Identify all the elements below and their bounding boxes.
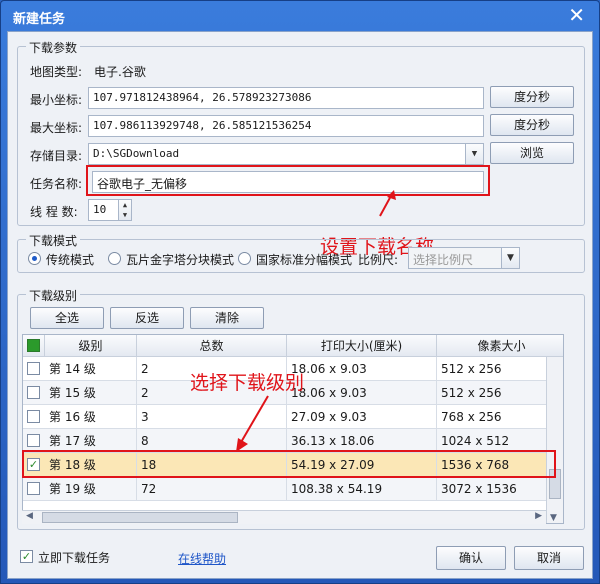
column-header-pixel-size[interactable]: 像素大小: [437, 335, 563, 357]
close-icon[interactable]: ✕: [568, 4, 585, 26]
download-levels-legend: 下载级别: [26, 287, 81, 304]
map-type-value: 电子.谷歌: [94, 65, 146, 79]
mode-radio-traditional[interactable]: [28, 252, 41, 265]
chevron-down-icon[interactable]: ▼: [550, 513, 557, 523]
min-coord-label: 最小坐标:: [30, 93, 83, 107]
vertical-scrollbar[interactable]: ▼: [546, 357, 563, 523]
cell-pixels: 512 x 256: [437, 381, 547, 405]
dialog-body: 下载参数 地图类型: 电子.谷歌 最小坐标: 107.971812438964,…: [7, 31, 593, 579]
max-coord-label: 最大坐标:: [30, 121, 83, 135]
chevron-down-icon[interactable]: ▼: [501, 248, 519, 268]
row-checkbox[interactable]: [27, 362, 40, 375]
task-name-highlight: [86, 165, 490, 196]
header-checkbox[interactable]: [27, 339, 40, 352]
map-type-label: 地图类型:: [30, 65, 83, 79]
scale-select[interactable]: 选择比例尺 ▼: [408, 247, 520, 269]
selected-row-highlight: [22, 450, 556, 478]
download-now-checkbox[interactable]: ✓: [20, 550, 33, 563]
dialog-title: 新建任务: [13, 12, 66, 27]
row-checkbox[interactable]: [27, 434, 40, 447]
browse-button[interactable]: 浏览: [490, 142, 574, 164]
min-coord-dms-button[interactable]: 度分秒: [490, 86, 574, 108]
select-all-button[interactable]: 全选: [30, 307, 104, 329]
annotation-select-level: 选择下载级别: [190, 372, 305, 394]
annotation-arrow-down: [236, 395, 269, 452]
scale-label: 比例尺:: [358, 253, 399, 267]
cell-print: 108.38 x 54.19: [287, 477, 437, 501]
storage-dir-combo[interactable]: D:\SGDownload ▼: [88, 143, 484, 165]
title-bar[interactable]: 新建任务 ✕: [1, 1, 599, 31]
table-row[interactable]: 第 16 级 3 27.09 x 9.03 768 x 256: [23, 405, 547, 429]
hscroll-thumb[interactable]: [42, 512, 238, 523]
ok-button[interactable]: 确认: [436, 546, 506, 570]
cell-print: 18.06 x 9.03: [287, 357, 437, 381]
download-mode-group: 下载模式 传统模式 瓦片金字塔分块模式 国家标准分幅模式 比例尺: 选择比例尺 …: [17, 232, 585, 273]
mode-traditional-label[interactable]: 传统模式: [46, 251, 94, 268]
download-params-group: 下载参数 地图类型: 电子.谷歌 最小坐标: 107.971812438964,…: [17, 39, 585, 226]
column-header-level[interactable]: 级别: [45, 335, 137, 357]
table-row[interactable]: 第 19 级 72 108.38 x 54.19 3072 x 1536: [23, 477, 547, 501]
task-name-label: 任务名称:: [30, 177, 83, 191]
max-coord-dms-button[interactable]: 度分秒: [490, 114, 574, 136]
row-checkbox[interactable]: [27, 410, 40, 423]
row-checkbox[interactable]: [27, 386, 40, 399]
cell-level: 第 14 级: [45, 357, 137, 381]
column-header-count[interactable]: 总数: [137, 335, 287, 357]
storage-dir-label: 存储目录:: [30, 149, 83, 163]
threads-stepper[interactable]: 10 ▲ ▼: [88, 199, 132, 221]
chevron-down-icon[interactable]: ▼: [465, 144, 483, 164]
mode-pyramid-label[interactable]: 瓦片金字塔分块模式: [126, 251, 234, 268]
cell-print: 27.09 x 9.03: [287, 405, 437, 429]
mode-radio-national[interactable]: [238, 252, 251, 265]
cancel-button[interactable]: 取消: [514, 546, 584, 570]
column-header-print-size[interactable]: 打印大小(厘米): [287, 335, 437, 357]
stepper-arrows-icon[interactable]: ▲ ▼: [118, 200, 131, 220]
cell-level: 第 16 级: [45, 405, 137, 429]
threads-label: 线 程 数:: [30, 205, 78, 219]
cell-pixels: 3072 x 1536: [437, 477, 547, 501]
download-mode-legend: 下载模式: [26, 232, 81, 249]
download-params-legend: 下载参数: [26, 39, 81, 56]
scale-placeholder: 选择比例尺: [413, 253, 474, 267]
min-coord-input[interactable]: 107.971812438964, 26.578923273086: [88, 87, 484, 109]
row-checkbox[interactable]: [27, 482, 40, 495]
invert-selection-button[interactable]: 反选: [110, 307, 184, 329]
chevron-right-icon[interactable]: ▶: [535, 511, 542, 521]
threads-value: 10: [93, 203, 107, 216]
levels-grid: 级别 总数 打印大小(厘米) 像素大小 第 14 级 2 18.06 x 9.03 5…: [22, 334, 564, 524]
annotation-arrow-up: [379, 190, 396, 217]
mode-national-label[interactable]: 国家标准分幅模式: [256, 251, 352, 268]
online-help-link[interactable]: 在线帮助: [178, 550, 226, 567]
max-coord-input[interactable]: 107.986113929748, 26.585121536254: [88, 115, 484, 137]
mode-radio-pyramid[interactable]: [108, 252, 121, 265]
chevron-left-icon[interactable]: ◀: [26, 511, 33, 521]
cell-level: 第 19 级: [45, 477, 137, 501]
clear-button[interactable]: 清除: [190, 307, 264, 329]
horizontal-scrollbar[interactable]: ◀ ▶: [22, 510, 546, 524]
cell-level: 第 15 级: [45, 381, 137, 405]
cell-print: 18.06 x 9.03: [287, 381, 437, 405]
storage-dir-value: D:\SGDownload: [93, 147, 180, 160]
header-check-column[interactable]: [23, 335, 45, 357]
cell-pixels: 512 x 256: [437, 357, 547, 381]
cell-count: 72: [137, 477, 287, 501]
download-now-label[interactable]: 立即下载任务: [38, 549, 110, 566]
new-task-dialog: 新建任务 ✕ 下载参数 地图类型: 电子.谷歌 最小坐标: 107.971812…: [0, 0, 600, 584]
cell-pixels: 768 x 256: [437, 405, 547, 429]
